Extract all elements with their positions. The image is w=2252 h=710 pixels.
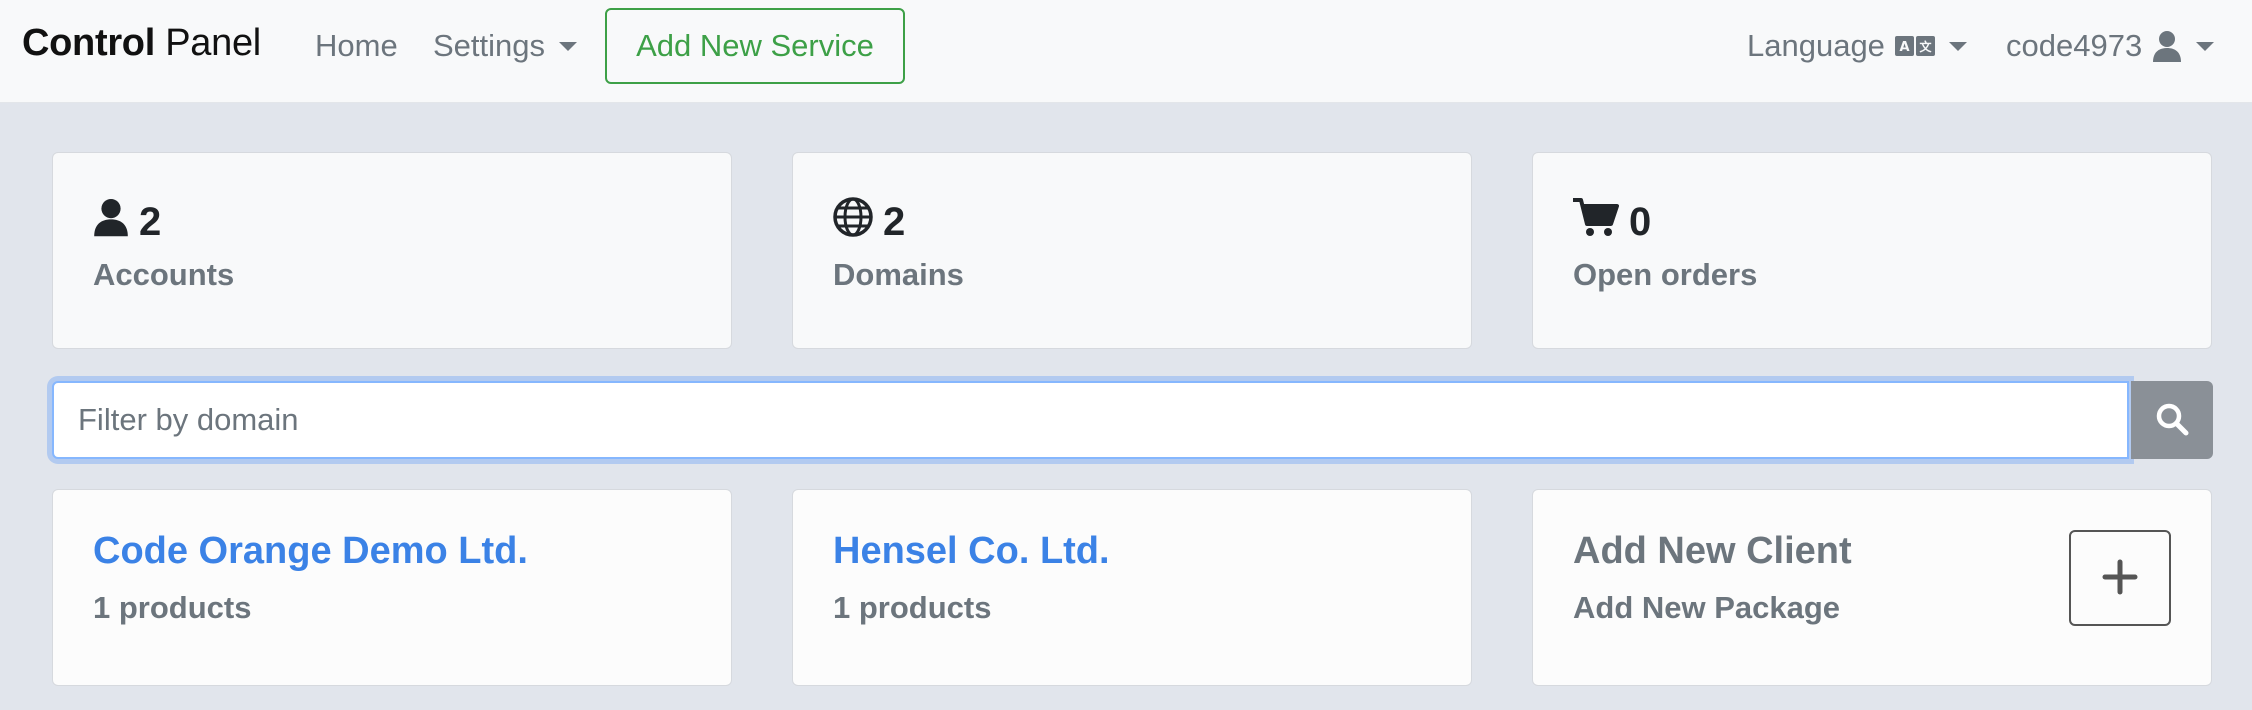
accounts-stat-value-row: 2	[93, 197, 161, 247]
brand-light: Panel	[165, 22, 261, 64]
client-card: Code Orange Demo Ltd. 1 products	[52, 489, 732, 686]
domains-stat-card[interactable]: 2 Domains	[792, 152, 1472, 349]
search-icon	[2155, 402, 2189, 439]
open-orders-label: Open orders	[1573, 257, 1758, 292]
add-new-service-button[interactable]: Add New Service	[605, 8, 905, 84]
accounts-stat-card[interactable]: 2 Accounts	[52, 152, 732, 349]
nav-home-label: Home	[315, 28, 398, 63]
orders-count: 0	[1629, 199, 1652, 244]
domains-label: Domains	[833, 257, 964, 292]
svg-text:A: A	[1899, 40, 1909, 55]
client-name-link[interactable]: Hensel Co. Ltd.	[833, 530, 1110, 573]
add-new-package-label: Add New Package	[1573, 590, 1841, 625]
cart-icon	[1573, 197, 1629, 247]
chevron-down-icon	[2196, 41, 2215, 51]
user-icon	[2152, 30, 2182, 62]
search-button[interactable]	[2131, 381, 2213, 459]
translate-icon: A 文	[1894, 34, 1935, 58]
chevron-down-icon	[1948, 41, 1967, 51]
add-client-card: Add New Client Add New Package	[1532, 489, 2212, 686]
top-navbar: Control Panel Home Settings Add New Serv…	[0, 0, 2252, 103]
language-label: Language	[1747, 28, 1885, 63]
client-card: Hensel Co. Ltd. 1 products	[792, 489, 1472, 686]
brand-logo[interactable]: Control Panel	[22, 22, 261, 65]
accounts-count: 2	[139, 199, 162, 244]
nav-settings-dropdown[interactable]: Settings	[433, 28, 578, 64]
client-name-link[interactable]: Code Orange Demo Ltd.	[93, 530, 528, 573]
plus-icon	[2101, 558, 2139, 599]
domains-stat-value-row: 2	[833, 197, 905, 247]
brand-bold: Control	[22, 22, 155, 64]
chevron-down-icon	[559, 41, 578, 51]
domain-filter-input[interactable]	[52, 381, 2129, 459]
orders-stat-value-row: 0	[1573, 197, 1651, 247]
add-client-button[interactable]	[2069, 530, 2171, 626]
client-products-count: 1 products	[833, 590, 992, 625]
open-orders-stat-card[interactable]: 0 Open orders	[1532, 152, 2212, 349]
add-new-client-title: Add New Client	[1573, 530, 1852, 572]
add-new-service-label: Add New Service	[636, 28, 874, 63]
nav-settings-label: Settings	[433, 28, 546, 63]
user-icon	[93, 197, 139, 247]
accounts-label: Accounts	[93, 257, 235, 292]
nav-home-link[interactable]: Home	[315, 28, 398, 64]
domains-count: 2	[883, 199, 906, 244]
client-products-count: 1 products	[93, 590, 252, 625]
globe-icon	[833, 197, 883, 247]
language-dropdown[interactable]: Language A 文	[1747, 28, 1967, 64]
user-menu-dropdown[interactable]: code4973	[2006, 28, 2215, 64]
username-label: code4973	[2006, 28, 2143, 63]
svg-text:文: 文	[1919, 39, 1932, 54]
